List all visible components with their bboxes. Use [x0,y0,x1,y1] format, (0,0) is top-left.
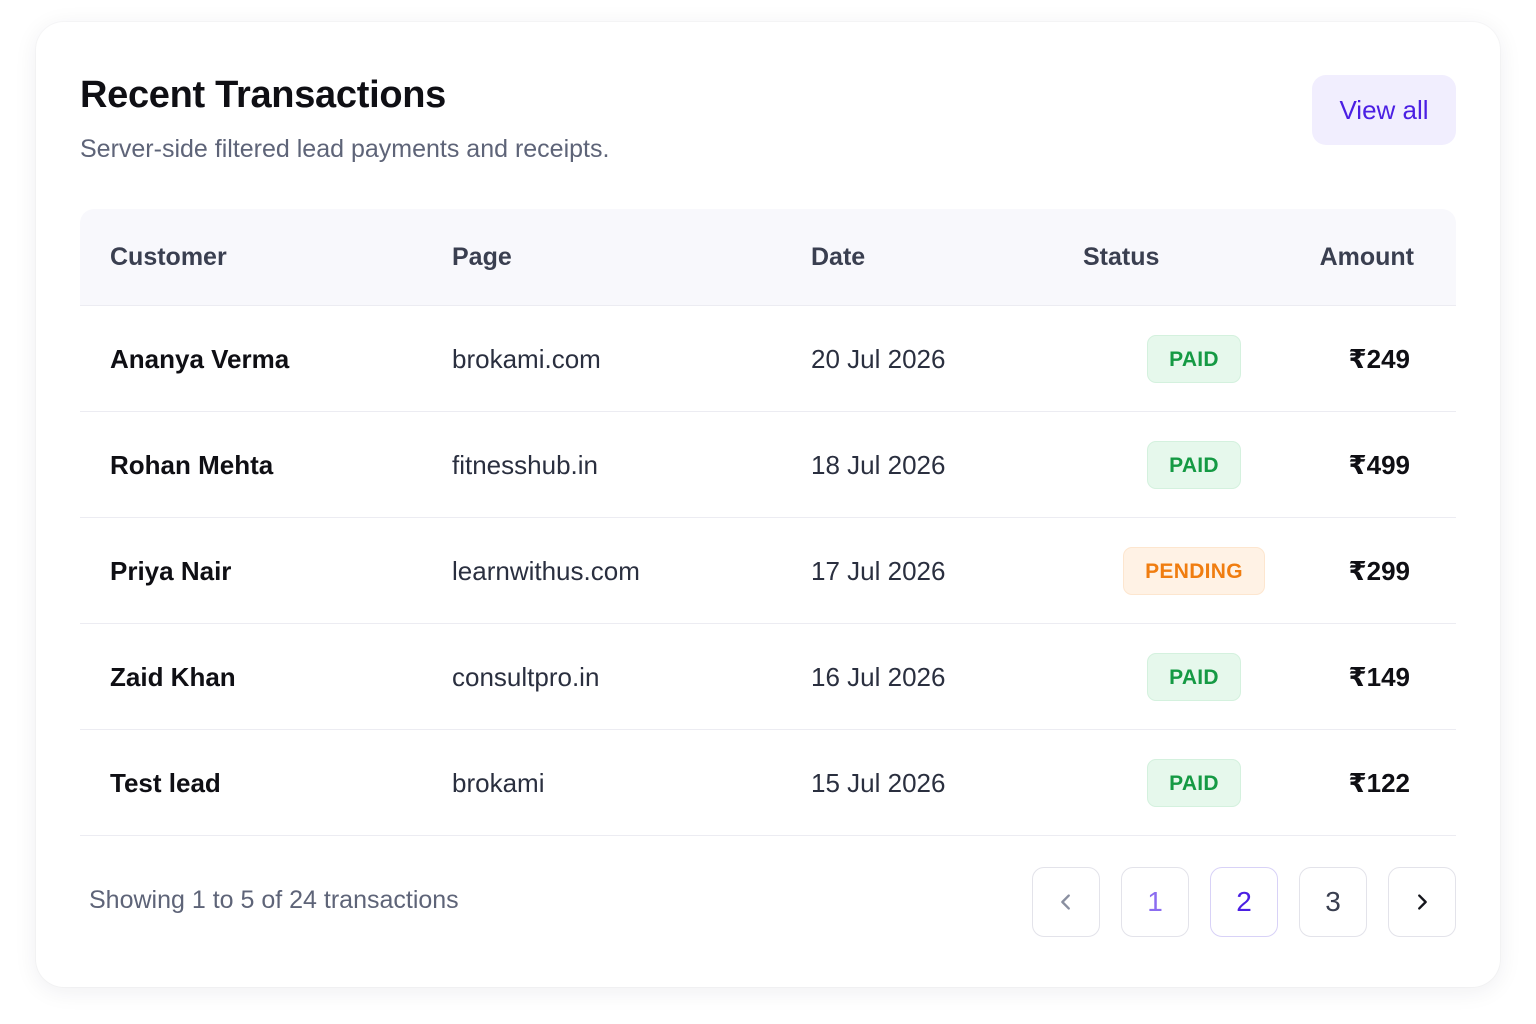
pagination-summary: Showing 1 to 5 of 24 transactions [89,886,459,914]
transaction-date: 18 Jul 2026 [811,450,946,480]
card-title: Recent Transactions [80,74,446,116]
transactions-card: Recent Transactions Server-side filtered… [36,22,1500,987]
view-all-button[interactable]: View all [1312,75,1456,145]
card-subtitle: Server-side filtered lead payments and r… [80,135,610,163]
pagination: 1 2 3 [1032,867,1456,937]
column-header-status: Status [1083,243,1160,271]
status-badge: PAID [1147,653,1241,701]
status-badge: PAID [1147,759,1241,807]
page-domain: brokami [452,768,545,798]
page-button-1[interactable]: 1 [1121,867,1189,937]
previous-page-button[interactable] [1032,867,1100,937]
transaction-date: 16 Jul 2026 [811,662,946,692]
chevron-left-icon [1061,894,1070,910]
column-header-amount: Amount [1319,243,1414,271]
table-row[interactable]: Ananya Verma brokami.com 20 Jul 2026 PAI… [80,306,1456,412]
status-badge: PAID [1147,335,1241,383]
transactions-table: Customer Page Date Status Amount Ananya … [80,209,1456,836]
transaction-amount: ₹122 [1348,768,1410,798]
status-badge: PENDING [1123,547,1265,595]
table-row[interactable]: Test lead brokami 15 Jul 2026 PAID ₹122 [80,730,1456,836]
page-domain: fitnesshub.in [452,450,598,480]
table-row[interactable]: Zaid Khan consultpro.in 16 Jul 2026 PAID… [80,624,1456,730]
customer-name: Ananya Verma [110,344,290,374]
status-cell: PENDING [1084,518,1304,624]
transaction-date: 20 Jul 2026 [811,344,946,374]
table-row[interactable]: Priya Nair learnwithus.com 17 Jul 2026 P… [80,518,1456,624]
status-cell: PAID [1131,306,1257,412]
transaction-date: 17 Jul 2026 [811,556,946,586]
transaction-amount: ₹299 [1348,556,1410,586]
status-cell: PAID [1131,624,1257,730]
column-header-customer: Customer [110,243,227,271]
page-domain: learnwithus.com [452,556,640,586]
customer-name: Rohan Mehta [110,450,274,480]
transaction-amount: ₹249 [1348,344,1410,374]
transaction-amount: ₹499 [1348,450,1410,480]
table-row[interactable]: Rohan Mehta fitnesshub.in 18 Jul 2026 PA… [80,412,1456,518]
column-header-date: Date [811,243,866,271]
transaction-date: 15 Jul 2026 [811,768,946,798]
table-header: Customer Page Date Status Amount [80,209,1456,306]
column-header-page: Page [452,243,512,271]
customer-name: Zaid Khan [110,662,236,692]
chevron-right-icon [1418,894,1427,910]
status-badge: PAID [1147,441,1241,489]
transaction-amount: ₹149 [1348,662,1410,692]
page-domain: consultpro.in [452,662,600,692]
status-cell: PAID [1131,412,1257,518]
page-domain: brokami.com [452,344,601,374]
customer-name: Test lead [110,768,221,798]
page-button-2[interactable]: 2 [1210,867,1278,937]
next-page-button[interactable] [1388,867,1456,937]
status-cell: PAID [1131,730,1257,836]
page-button-3[interactable]: 3 [1299,867,1367,937]
customer-name: Priya Nair [110,556,232,586]
